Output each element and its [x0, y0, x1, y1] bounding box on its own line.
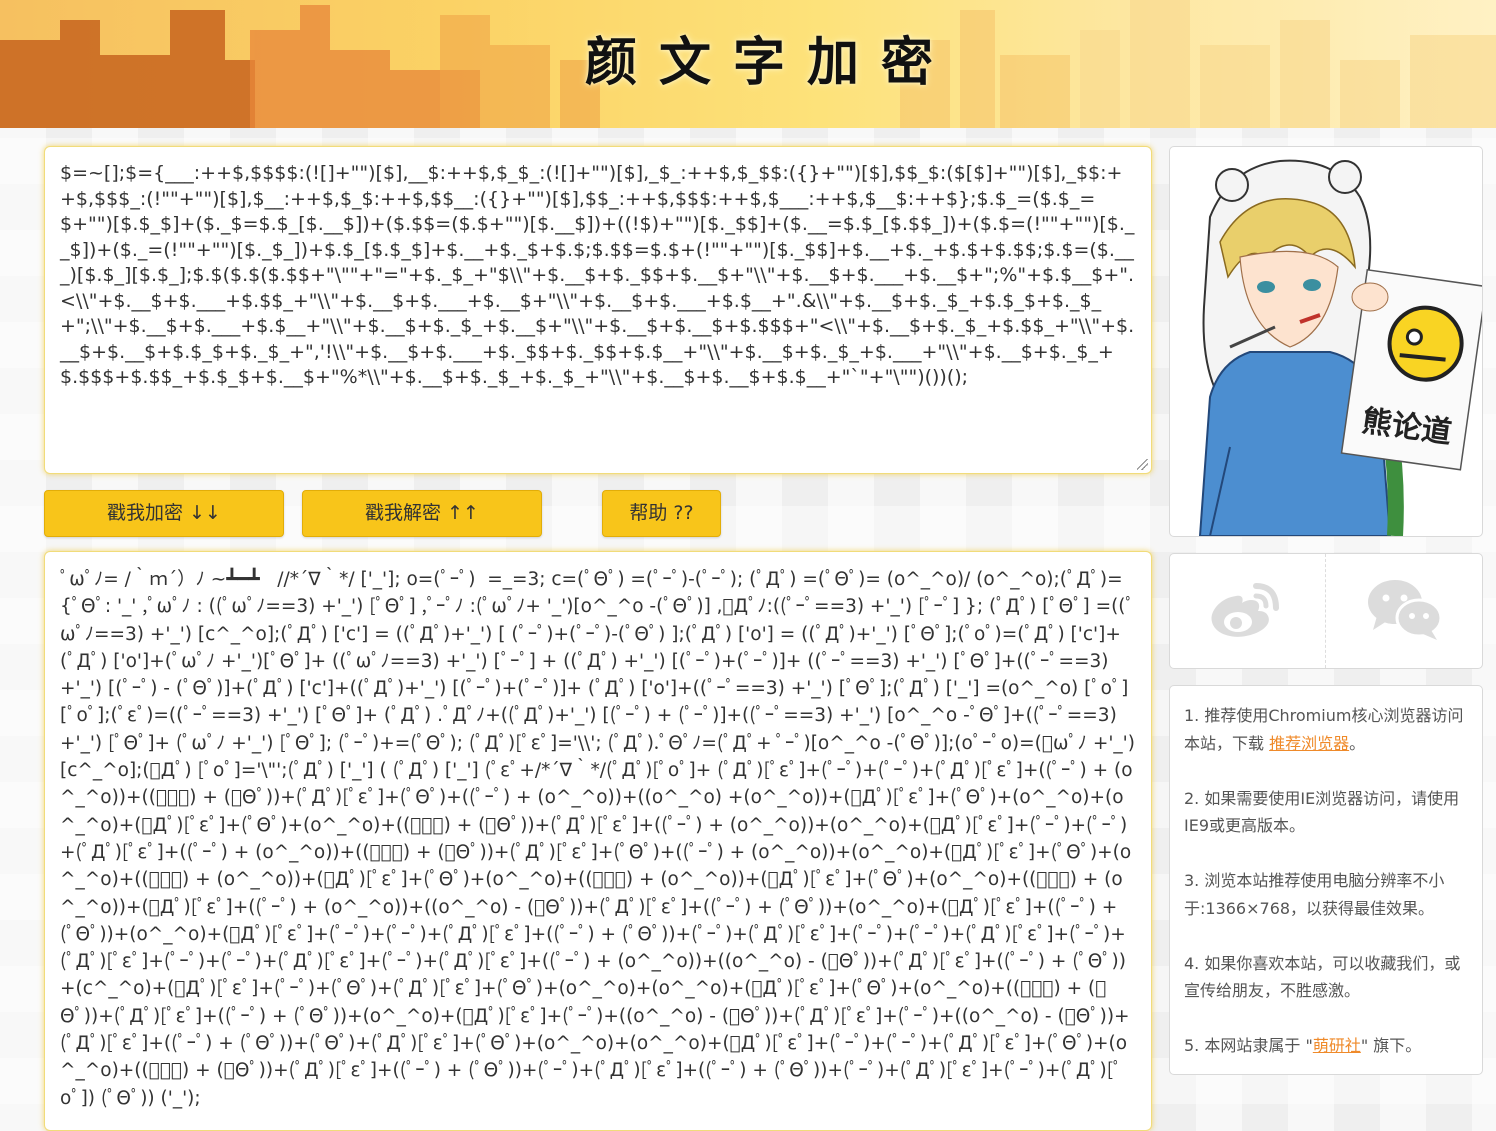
note-4: 4. 如果你喜欢本站，可以收藏我们，或宣传给朋友，不胜感激。 — [1184, 953, 1461, 1001]
note-1: 1. 推荐使用Chromium核心浏览器访问本站，下载 推荐浏览器。 — [1184, 702, 1468, 757]
plaintext-input[interactable]: $=~[];$={___:++$,$$$$:(![]+"")[$],__$:++… — [44, 146, 1152, 474]
weibo-icon[interactable] — [1206, 578, 1282, 642]
recommended-browser-link[interactable]: 推荐浏览器 — [1269, 734, 1349, 753]
mascot-illustration: 熊论道 — [1198, 159, 1482, 536]
note-5-end: " 旗下。 — [1360, 1036, 1422, 1055]
decrypt-button[interactable]: 戳我解密 ↑↑ — [302, 490, 542, 537]
notes-panel: 1. 推荐使用Chromium核心浏览器访问本站，下载 推荐浏览器。 2. 如果… — [1169, 685, 1483, 1075]
note-5-text: 5. 本网站隶属于 " — [1184, 1036, 1313, 1055]
wechat-icon[interactable] — [1365, 576, 1445, 642]
help-button[interactable]: 帮助 ?? — [602, 490, 721, 537]
note-2: 2. 如果需要使用IE浏览器访问，请使用IE9或更高版本。 — [1184, 788, 1460, 836]
mascot-panel: 熊论道 — [1169, 146, 1483, 537]
header-banner: 颜文字加密 — [0, 0, 1496, 128]
site-title: 颜文字加密 — [584, 33, 955, 93]
note-1-end: 。 — [1349, 733, 1366, 753]
note-5: 5. 本网站隶属于 "萌研社" 旗下。 — [1184, 1032, 1468, 1060]
note-3: 3. 浏览本站推荐使用电脑分辨率不小于:1366×768，以获得最佳效果。 — [1184, 871, 1445, 918]
share-panel — [1169, 553, 1483, 669]
encrypt-button[interactable]: 戳我加密 ↓↓ — [44, 490, 284, 537]
ciphertext-output[interactable]: ﾟωﾟﾉ= /｀ｍ´）ﾉ ~┻━┻ //*´∇｀*/ ['_']; o=(ﾟｰﾟ… — [44, 551, 1152, 1131]
mengyanshe-link[interactable]: 萌研社 — [1313, 1036, 1361, 1055]
input-resize-handle[interactable] — [1137, 459, 1148, 470]
share-divider — [1325, 554, 1326, 668]
